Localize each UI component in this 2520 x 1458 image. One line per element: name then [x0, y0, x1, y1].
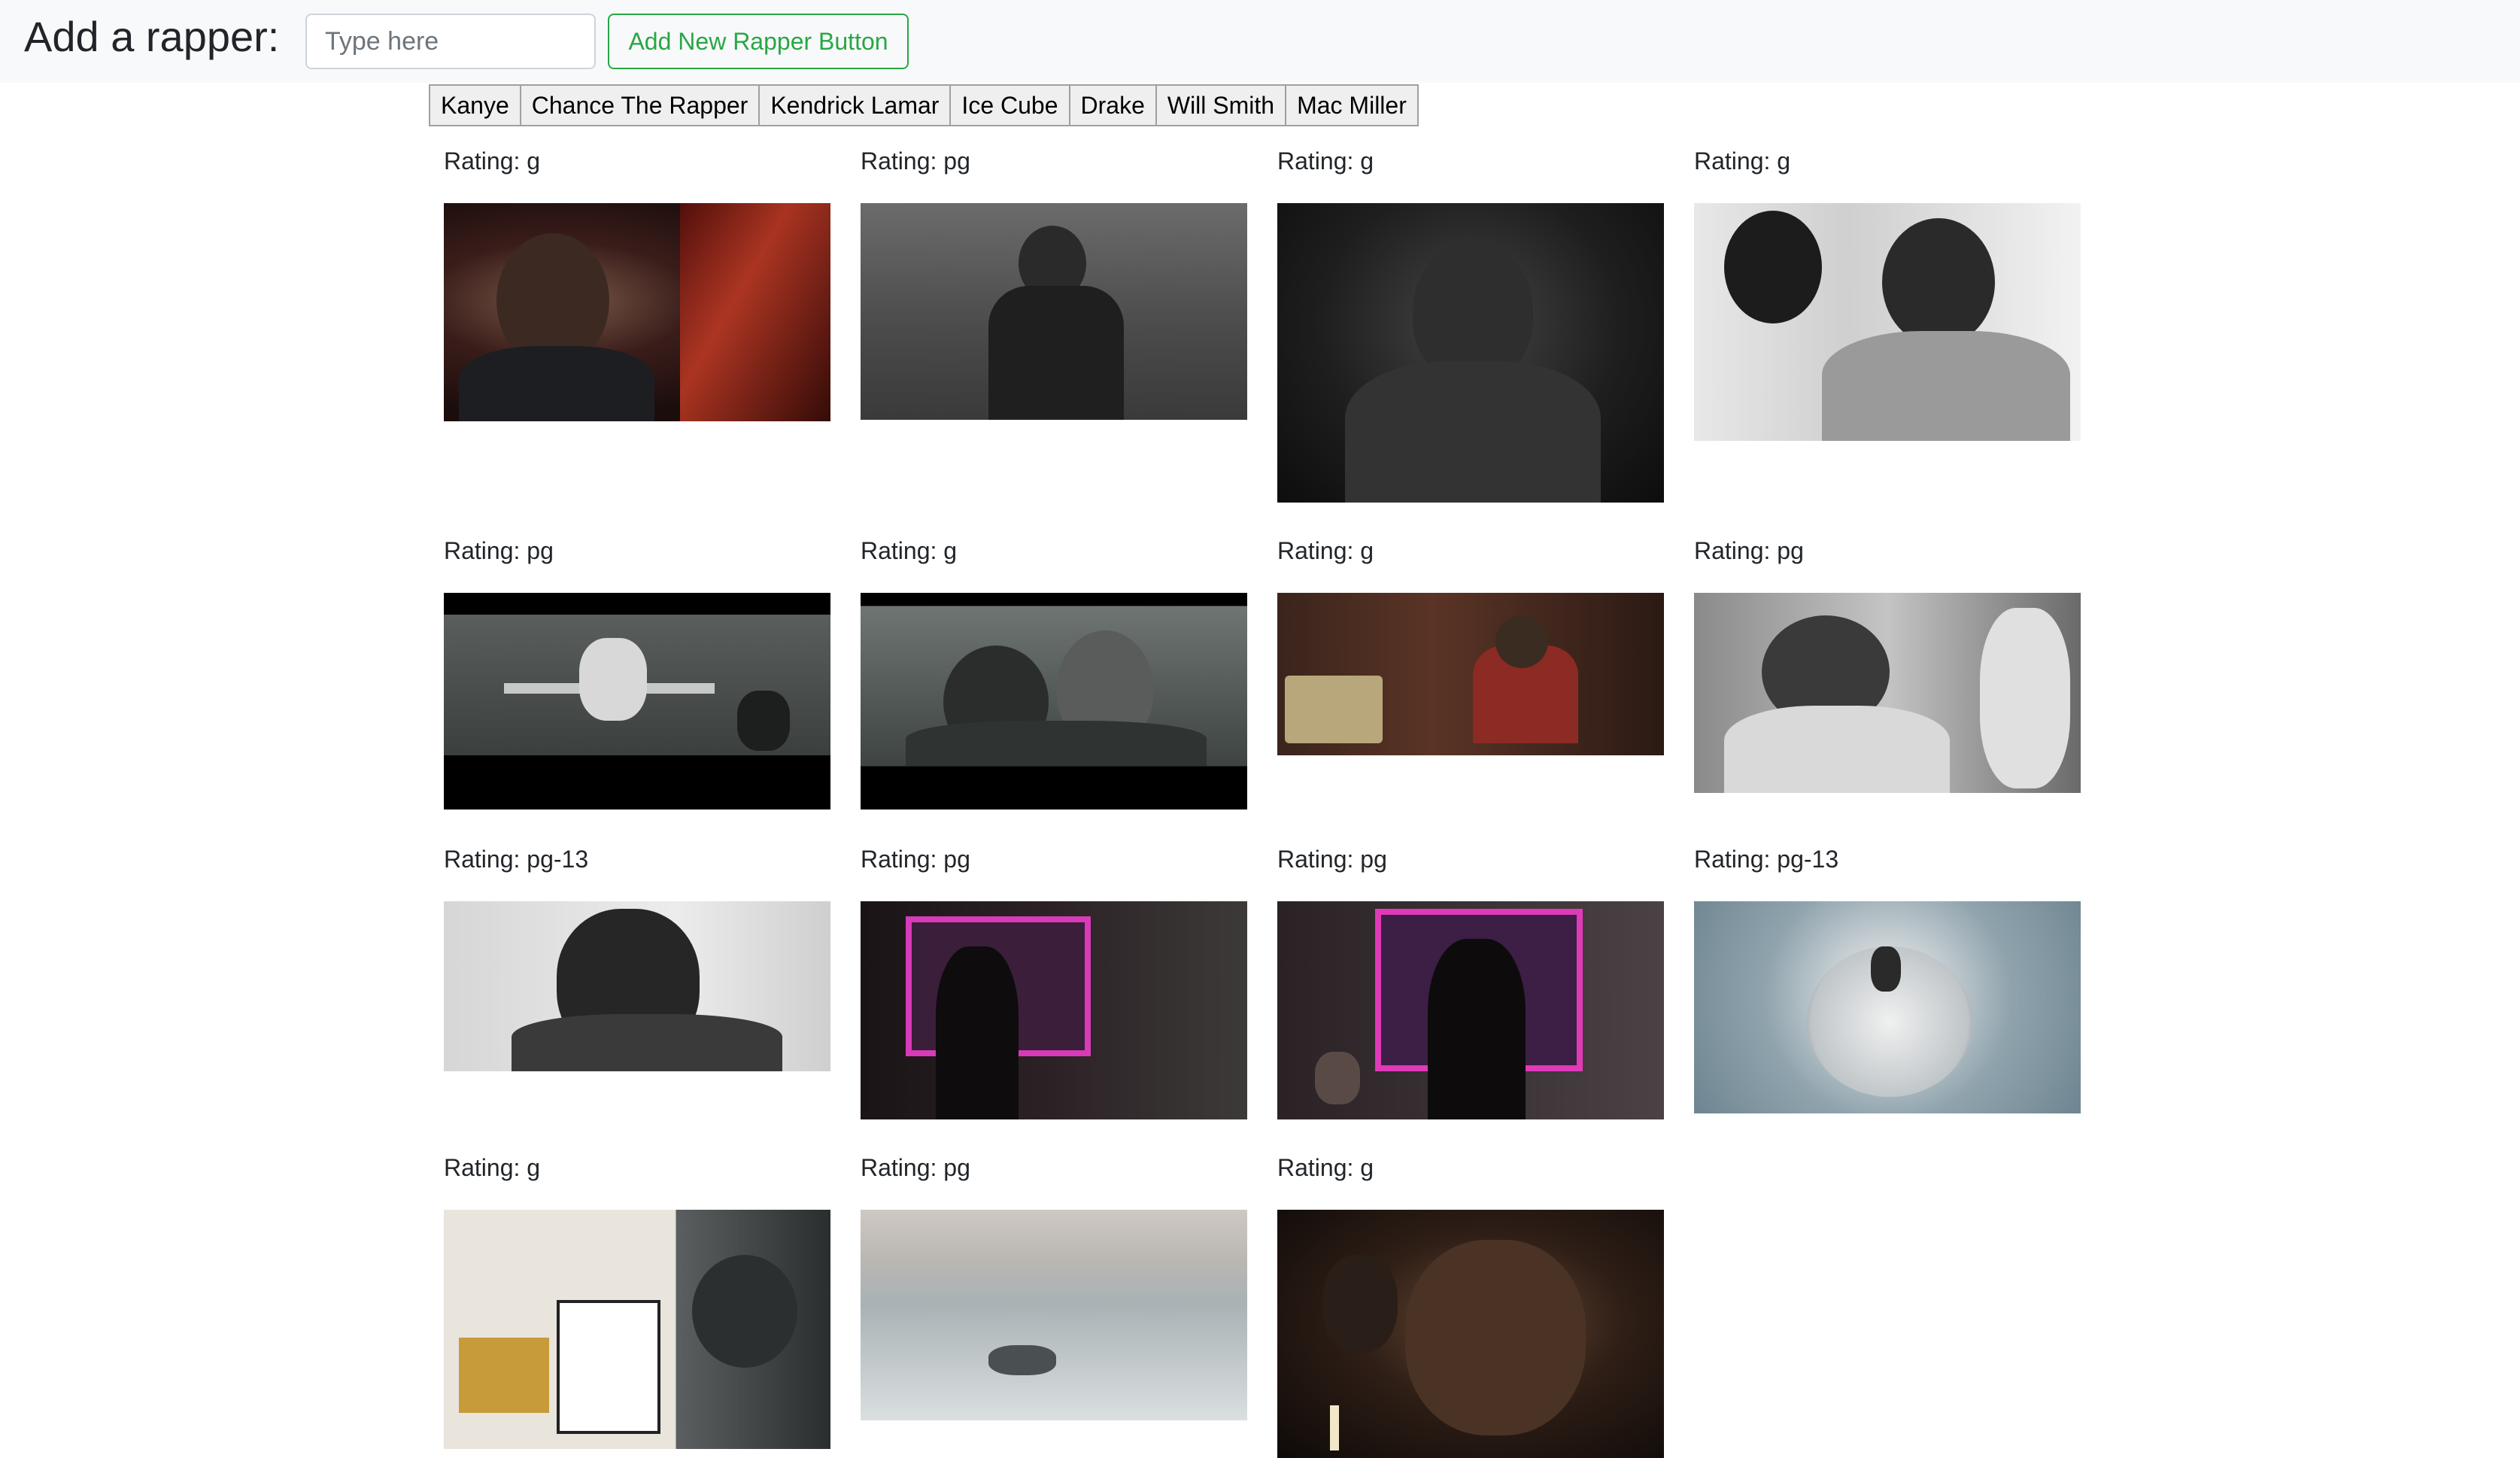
rapper-button-will-smith[interactable]: Will Smith	[1155, 84, 1287, 126]
add-rapper-button[interactable]: Add New Rapper Button	[608, 14, 909, 69]
gif-image	[861, 593, 1247, 809]
gif-image	[444, 901, 830, 1071]
gif-rating: Rating: g	[1277, 1154, 1374, 1181]
gif-rating: Rating: g	[1277, 537, 1374, 564]
gif-card: Rating: pg	[444, 534, 830, 809]
gif-rating: Rating: pg	[861, 147, 970, 175]
rapper-button-drake[interactable]: Drake	[1068, 84, 1157, 126]
gif-rating: Rating: pg-13	[1694, 846, 1839, 873]
gif-image	[1694, 203, 2081, 441]
gif-card: Rating: g	[444, 144, 830, 421]
gif-card: Rating: pg	[861, 843, 1247, 1119]
gif-rating: Rating: pg	[1277, 846, 1387, 873]
gif-image	[1694, 593, 2081, 793]
top-navbar: Add a rapper: Add New Rapper Button	[0, 0, 2520, 83]
gif-card: Rating: g	[1277, 144, 1664, 503]
gif-image	[1277, 203, 1664, 503]
gif-card: Rating: g	[1694, 144, 2081, 441]
gif-rating: Rating: g	[444, 147, 541, 175]
rapper-button-kendrick-lamar[interactable]: Kendrick Lamar	[758, 84, 952, 126]
rapper-button-list: Kanye Chance The Rapper Kendrick Lamar I…	[429, 84, 1419, 126]
gif-image	[1277, 1210, 1664, 1458]
rapper-input[interactable]	[305, 14, 596, 69]
gif-rating: Rating: pg-13	[444, 846, 589, 873]
gif-card: Rating: pg	[1694, 534, 2081, 793]
gif-rating: Rating: pg	[1694, 537, 1804, 564]
gif-rating: Rating: pg	[861, 846, 970, 873]
gif-card: Rating: g	[1277, 534, 1664, 755]
gif-rating: Rating: g	[444, 1154, 541, 1181]
gif-card: Rating: pg	[861, 144, 1247, 420]
gif-image	[1277, 901, 1664, 1119]
gif-card: Rating: pg	[1277, 843, 1664, 1119]
rapper-button-chance-the-rapper[interactable]: Chance The Rapper	[519, 84, 761, 126]
rapper-button-mac-miller[interactable]: Mac Miller	[1285, 84, 1419, 126]
gif-card: Rating: g	[444, 1151, 830, 1449]
gif-card: Rating: pg-13	[1694, 843, 2081, 1113]
gif-card: Rating: pg	[861, 1151, 1247, 1420]
gif-rating: Rating: g	[1694, 147, 1791, 175]
gif-rating: Rating: g	[861, 537, 958, 564]
gif-image	[444, 203, 830, 421]
gif-card: Rating: pg-13	[444, 843, 830, 1071]
gif-image	[1277, 593, 1664, 755]
page-title: Add a rapper:	[24, 13, 280, 60]
gif-card: Rating: g	[861, 534, 1247, 809]
rapper-button-ice-cube[interactable]: Ice Cube	[949, 84, 1070, 126]
gif-rating: Rating: pg	[444, 537, 554, 564]
gif-image	[444, 593, 830, 809]
gif-rating: Rating: g	[1277, 147, 1374, 175]
rapper-button-kanye[interactable]: Kanye	[429, 84, 521, 126]
gif-card: Rating: g	[1277, 1151, 1664, 1458]
gif-image	[444, 1210, 830, 1449]
gif-image	[861, 203, 1247, 420]
gif-image	[861, 901, 1247, 1119]
gif-image	[861, 1210, 1247, 1420]
gif-rating: Rating: pg	[861, 1154, 970, 1181]
gif-image	[1694, 901, 2081, 1113]
